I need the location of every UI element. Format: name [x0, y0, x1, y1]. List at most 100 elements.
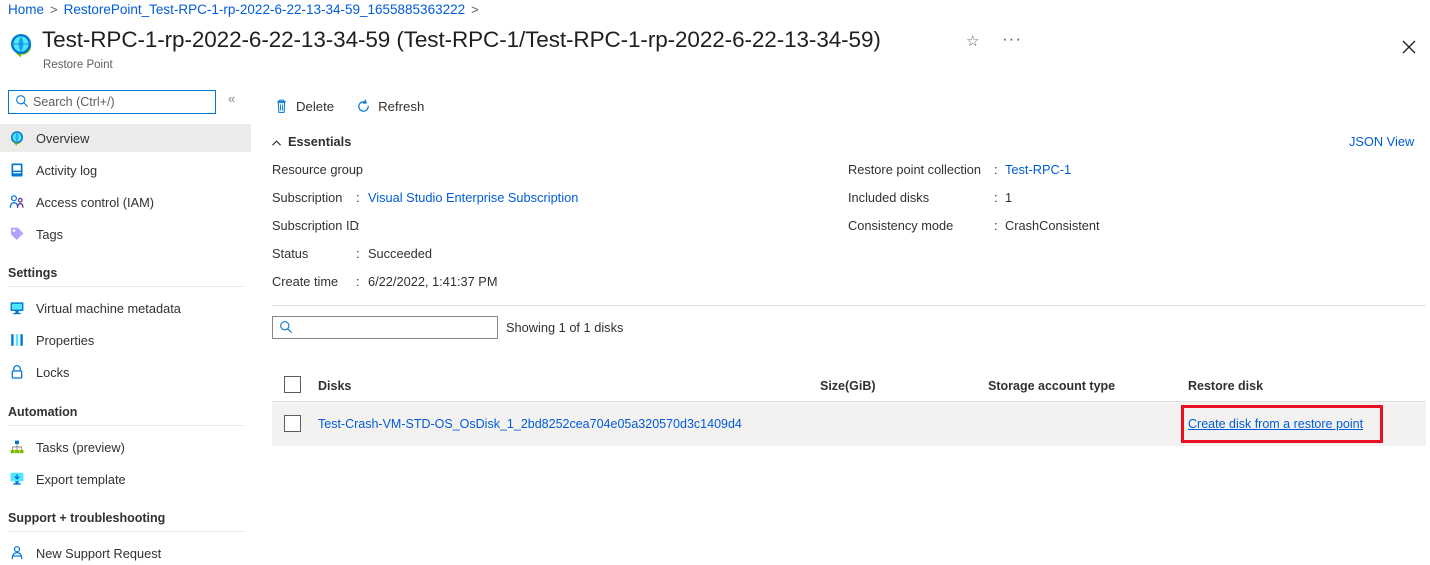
sidebar-search [8, 90, 216, 114]
chevron-up-icon [271, 136, 282, 147]
azure-portal-blade: Home > RestorePoint_Test-RPC-1-rp-2022-6… [0, 0, 1430, 565]
field-value-link[interactable]: Visual Studio Enterprise Subscription [368, 190, 578, 205]
breadcrumb-separator-2: > [471, 2, 479, 17]
sidebar-item-virtual-machine-metadata[interactable]: Virtual machine metadata [0, 294, 251, 322]
sidebar-item-export-template[interactable]: Export template [0, 465, 251, 493]
disks-filter-input[interactable] [272, 316, 498, 339]
sidebar-section-automation: Automation [8, 405, 78, 419]
sidebar-divider [8, 286, 245, 287]
properties-icon [9, 332, 25, 348]
essentials-field-restore-point-collection: Restore point collection : Test-RPC-1 [848, 162, 1071, 186]
disks-table: Disks Size(GiB) Storage account type Res… [272, 368, 1426, 446]
delete-button-label: Delete [296, 99, 335, 114]
json-view-link[interactable]: JSON View [1349, 134, 1414, 149]
field-colon: : [356, 274, 360, 289]
lock-icon [9, 364, 25, 380]
trash-icon [274, 99, 289, 114]
table-header-row: Disks Size(GiB) Storage account type Res… [272, 368, 1426, 402]
essentials-field-subscription: Subscription : Visual Studio Enterprise … [272, 190, 578, 214]
column-header-restore-disk[interactable]: Restore disk [1188, 379, 1263, 393]
sidebar-divider [8, 531, 245, 532]
field-colon: : [994, 218, 998, 233]
refresh-button-label: Refresh [378, 99, 425, 114]
star-outline-icon[interactable]: ☆ [966, 34, 979, 49]
restore-point-icon [8, 32, 34, 58]
sidebar-item-locks[interactable]: Locks [0, 358, 251, 386]
search-input[interactable] [8, 90, 216, 114]
sidebar-item-activity-log[interactable]: Activity log [0, 156, 251, 184]
sidebar-item-label: Export template [36, 471, 126, 487]
breadcrumb: Home > RestorePoint_Test-RPC-1-rp-2022-6… [8, 2, 479, 17]
essentials-field-consistency-mode: Consistency mode : CrashConsistent [848, 218, 1100, 242]
sidebar-item-label: Activity log [36, 162, 98, 178]
overview-globe-icon [9, 130, 25, 146]
field-key: Subscription [272, 190, 343, 205]
field-colon: : [994, 190, 998, 205]
sidebar-item-label: Virtual machine metadata [36, 300, 181, 316]
essentials-field-status: Status : Succeeded [272, 246, 432, 270]
column-header-disks[interactable]: Disks [318, 379, 351, 393]
field-colon: : [356, 218, 360, 233]
sidebar-item-label: Overview [36, 130, 90, 146]
command-toolbar: Delete Refresh [272, 96, 426, 117]
access-control-icon [9, 194, 25, 210]
breadcrumb-item-restorepoint[interactable]: RestorePoint_Test-RPC-1-rp-2022-6-22-13-… [64, 2, 466, 17]
column-header-storage-type[interactable]: Storage account type [988, 379, 1115, 393]
chevron-double-left-icon[interactable]: « [228, 91, 235, 106]
blade-sidebar: « Overview Activity log [0, 86, 258, 565]
field-colon: : [994, 162, 998, 177]
delete-button[interactable]: Delete [272, 96, 336, 117]
sidebar-item-overview[interactable]: Overview [0, 124, 251, 152]
table-row: Test-Crash-VM-STD-OS_OsDisk_1_2bd8252cea… [272, 402, 1426, 446]
field-value: CrashConsistent [1005, 218, 1100, 233]
create-disk-from-restore-point-link[interactable]: Create disk from a restore point [1188, 417, 1363, 431]
sidebar-item-label: Properties [36, 332, 95, 348]
sidebar-item-properties[interactable]: Properties [0, 326, 251, 354]
page-subtitle: Restore Point [43, 59, 113, 71]
activity-log-icon [9, 162, 25, 178]
sidebar-item-tasks[interactable]: Tasks (preview) [0, 433, 251, 461]
export-template-icon [9, 471, 25, 487]
sidebar-item-tags[interactable]: Tags [0, 220, 251, 248]
field-key: Resource group [272, 162, 364, 177]
ellipsis-icon[interactable]: ··· [1002, 29, 1022, 49]
field-value: 1 [1005, 190, 1013, 205]
blade-title-bar: Test-RPC-1-rp-2022-6-22-13-34-59 (Test-R… [0, 24, 1430, 72]
vm-metadata-icon [9, 300, 25, 316]
tasks-icon [9, 439, 25, 455]
essentials-field-create-time: Create time : 6/22/2022, 1:41:37 PM [272, 274, 498, 298]
field-key: Restore point collection [848, 162, 982, 177]
essentials-toggle[interactable]: Essentials [271, 134, 351, 149]
essentials-divider [272, 305, 1426, 306]
field-key: Included disks [848, 190, 930, 205]
sidebar-item-label: New Support Request [36, 545, 162, 561]
essentials-field-included-disks: Included disks : 1 [848, 190, 1012, 214]
blade-content: Delete Refresh Essentials JSON View Reso… [258, 86, 1430, 565]
field-value: Succeeded [368, 246, 433, 261]
sidebar-item-new-support-request[interactable]: New Support Request [0, 539, 251, 565]
field-key: Consistency mode [848, 218, 954, 233]
close-icon[interactable] [1398, 36, 1420, 58]
select-all-checkbox[interactable] [284, 376, 301, 393]
breadcrumb-separator: > [50, 2, 58, 17]
row-checkbox[interactable] [284, 415, 301, 432]
refresh-icon [356, 99, 371, 114]
refresh-button[interactable]: Refresh [354, 96, 426, 117]
field-value-link[interactable]: Test-RPC-1 [1005, 162, 1071, 177]
field-colon: : [356, 162, 360, 177]
showing-count-label: Showing 1 of 1 disks [506, 320, 624, 335]
field-colon: : [356, 190, 360, 205]
sidebar-item-label: Locks [36, 364, 70, 380]
field-colon: : [356, 246, 360, 261]
sidebar-item-label: Tasks (preview) [36, 439, 125, 455]
sidebar-section-support: Support + troubleshooting [8, 511, 166, 525]
sidebar-item-label: Tags [36, 226, 64, 242]
breadcrumb-item-home[interactable]: Home [8, 2, 44, 17]
cell-disk-name[interactable]: Test-Crash-VM-STD-OS_OsDisk_1_2bd8252cea… [318, 417, 742, 431]
disks-filter [272, 316, 498, 339]
field-key: Status [272, 246, 309, 261]
sidebar-item-access-control[interactable]: Access control (IAM) [0, 188, 251, 216]
column-header-size[interactable]: Size(GiB) [820, 379, 876, 393]
tag-icon [9, 226, 25, 242]
essentials-field-resource-group: Resource group : [272, 162, 363, 186]
